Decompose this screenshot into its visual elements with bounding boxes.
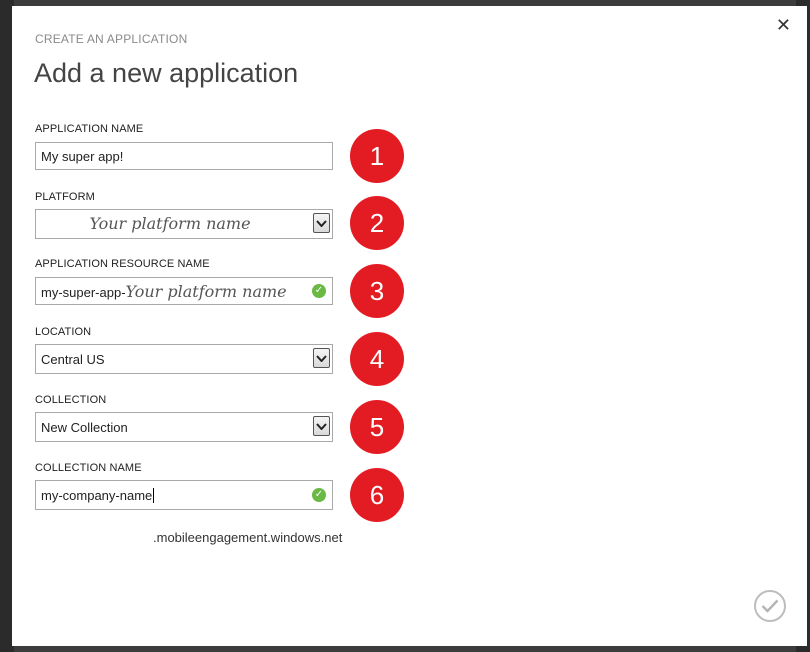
- platform-select[interactable]: Your platform name: [35, 209, 333, 239]
- collection-name-input[interactable]: my-company-name ✓: [35, 480, 333, 510]
- dialog-eyebrow: CREATE AN APPLICATION: [35, 32, 188, 46]
- step-badge-4: 4: [350, 332, 404, 386]
- resource-name-value: my-super-app-Your platform name: [41, 282, 287, 301]
- location-label: LOCATION: [35, 326, 92, 338]
- domain-suffix: .mobileengagement.windows.net: [153, 530, 343, 545]
- create-application-dialog: ✕ CREATE AN APPLICATION Add a new applic…: [12, 6, 807, 646]
- resource-name-label: APPLICATION RESOURCE NAME: [35, 258, 210, 270]
- dialog-title: Add a new application: [34, 58, 299, 88]
- collection-value: New Collection: [41, 420, 128, 435]
- collection-select[interactable]: New Collection: [35, 412, 333, 442]
- step-badge-2: 2: [350, 196, 404, 250]
- text-cursor: [153, 488, 155, 503]
- check-circle-icon: ✓: [312, 488, 326, 502]
- location-value: Central US: [41, 352, 105, 367]
- platform-label: PLATFORM: [35, 191, 95, 203]
- resource-name-suffix: Your platform name: [125, 282, 287, 301]
- collection-name-value: my-company-name: [41, 488, 155, 503]
- chevron-down-icon[interactable]: [313, 348, 330, 368]
- chevron-down-icon[interactable]: [313, 416, 330, 436]
- resource-name-prefix: my-super-app-: [41, 285, 126, 300]
- checkmark-icon: [761, 599, 779, 613]
- step-badge-6: 6: [350, 468, 404, 522]
- collection-name-label: COLLECTION NAME: [35, 462, 142, 474]
- platform-value: Your platform name: [89, 214, 251, 233]
- close-icon[interactable]: ✕: [776, 16, 791, 34]
- app-name-input[interactable]: My super app!: [35, 142, 333, 170]
- step-badge-3: 3: [350, 264, 404, 318]
- check-circle-icon: ✓: [312, 284, 326, 298]
- chevron-down-icon[interactable]: [313, 213, 330, 233]
- app-name-value: My super app!: [41, 149, 124, 164]
- app-name-label: APPLICATION NAME: [35, 123, 144, 135]
- location-select[interactable]: Central US: [35, 344, 333, 374]
- confirm-button[interactable]: [754, 590, 786, 622]
- resource-name-input[interactable]: my-super-app-Your platform name ✓: [35, 277, 333, 305]
- step-badge-1: 1: [350, 129, 404, 183]
- collection-label: COLLECTION: [35, 394, 107, 406]
- step-badge-5: 5: [350, 400, 404, 454]
